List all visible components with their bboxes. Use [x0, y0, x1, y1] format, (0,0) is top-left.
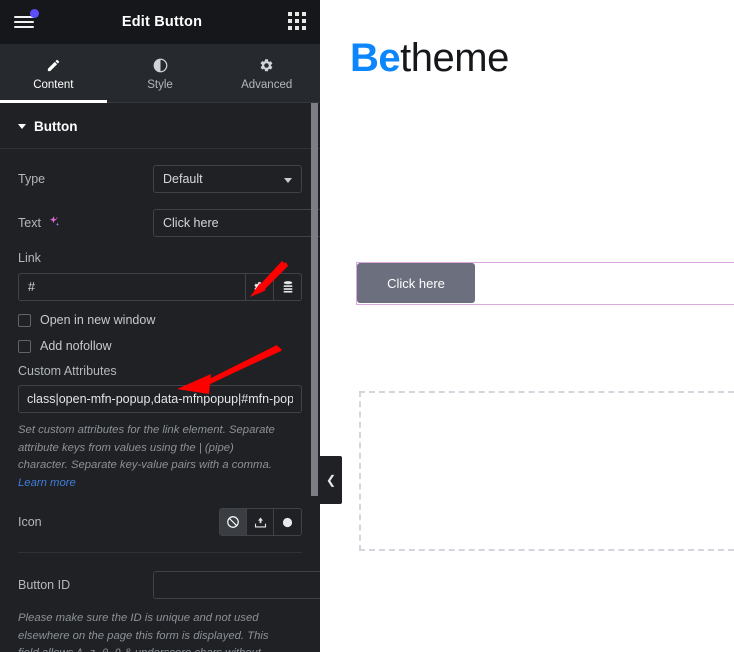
- chevron-down-icon: [284, 178, 292, 183]
- checkbox-open-new-window-box[interactable]: [18, 313, 31, 327]
- control-button-id: Button ID: [0, 571, 320, 599]
- panel-collapse-toggle[interactable]: ❮: [320, 456, 342, 504]
- control-text-label-text: Text: [18, 216, 41, 230]
- gear-icon: [259, 56, 274, 73]
- tab-content-label: Content: [33, 78, 74, 91]
- button-id-help: Please make sure the ID is unique and no…: [0, 610, 300, 652]
- section-button-title: Button: [34, 119, 78, 134]
- checkbox-add-nofollow-label: Add nofollow: [40, 339, 112, 353]
- control-icon: Icon: [0, 508, 320, 536]
- control-icon-label: Icon: [18, 515, 42, 529]
- checkbox-add-nofollow-box[interactable]: [18, 339, 31, 353]
- control-type: Type Default: [0, 165, 320, 193]
- section-divider: [18, 552, 302, 553]
- tab-content[interactable]: Content: [0, 44, 107, 103]
- betheme-logo: Be theme: [350, 36, 509, 81]
- preview-click-here-button[interactable]: Click here: [357, 263, 475, 303]
- custom-attributes-help: Set custom attributes for the link eleme…: [0, 422, 300, 492]
- page-title: Edit Button: [121, 13, 203, 30]
- logo-theme: theme: [400, 36, 509, 80]
- preview-canvas: Be theme Click here ❮: [320, 0, 734, 652]
- type-select-value: Default: [163, 172, 203, 186]
- type-select[interactable]: Default: [153, 165, 302, 193]
- button-id-help-text-a: Please make sure the ID is unique and no…: [18, 612, 269, 652]
- control-button-id-label: Button ID: [18, 578, 71, 592]
- panel-topbar: Edit Button: [0, 0, 320, 44]
- link-dynamic-tags-button[interactable]: [273, 274, 301, 300]
- control-link: [0, 273, 320, 301]
- screen-root: Edit Button Content Style Advanced Butto…: [0, 0, 734, 652]
- panel-tabs: Content Style Advanced: [0, 44, 320, 103]
- hamburger-icon[interactable]: [12, 8, 40, 34]
- panel-scrollbar-thumb[interactable]: [311, 103, 318, 496]
- checkbox-open-new-window-label: Open in new window: [40, 313, 156, 327]
- control-custom-attributes-label: Custom Attributes: [18, 364, 117, 378]
- logo-be: Be: [350, 36, 401, 80]
- button-id-help-charset: A-z 0-9: [76, 648, 121, 652]
- tab-advanced-label: Advanced: [241, 78, 293, 91]
- control-link-label: Link: [18, 251, 41, 265]
- upload-icon[interactable]: [247, 509, 274, 535]
- contrast-circle-icon: [153, 56, 168, 73]
- icon-choice-group: [219, 508, 302, 536]
- panel-scrollbar[interactable]: [311, 103, 318, 652]
- chevron-left-icon: ❮: [325, 473, 337, 487]
- control-text-label: Text: [18, 215, 153, 232]
- button-widget-selection: Click here: [356, 262, 734, 305]
- link-options-gear-icon[interactable]: [245, 274, 273, 300]
- checkbox-add-nofollow[interactable]: Add nofollow: [0, 339, 320, 353]
- grid-apps-icon[interactable]: [288, 11, 308, 32]
- section-button-header[interactable]: Button: [0, 103, 320, 149]
- none-icon[interactable]: [220, 509, 247, 535]
- tab-advanced[interactable]: Advanced: [213, 44, 320, 102]
- pencil-icon: [46, 56, 61, 73]
- sparkle-ai-icon[interactable]: [47, 215, 61, 232]
- preview-button-label: Click here: [387, 275, 445, 291]
- link-input[interactable]: [19, 274, 245, 300]
- tab-style[interactable]: Style: [107, 44, 214, 102]
- custom-attributes-input[interactable]: [18, 385, 302, 413]
- control-custom-attributes: [0, 385, 320, 413]
- learn-more-link[interactable]: Learn more: [18, 477, 76, 489]
- button-id-input[interactable]: [153, 571, 320, 599]
- empty-widget-dropzone[interactable]: [359, 391, 734, 551]
- filled-circle-icon[interactable]: [274, 509, 301, 535]
- custom-attributes-help-text: Set custom attributes for the link eleme…: [18, 424, 275, 471]
- panel-body: Button Type Default Text Click here Link…: [0, 103, 320, 652]
- editor-panel: Edit Button Content Style Advanced Butto…: [0, 0, 320, 652]
- tab-style-label: Style: [147, 78, 173, 91]
- control-text: Text: [0, 209, 320, 237]
- checkbox-open-new-window[interactable]: Open in new window: [0, 313, 320, 327]
- text-input[interactable]: [153, 209, 320, 237]
- control-type-label: Type: [18, 172, 46, 186]
- chevron-down-icon: [18, 124, 26, 129]
- notification-dot-icon: [30, 8, 39, 18]
